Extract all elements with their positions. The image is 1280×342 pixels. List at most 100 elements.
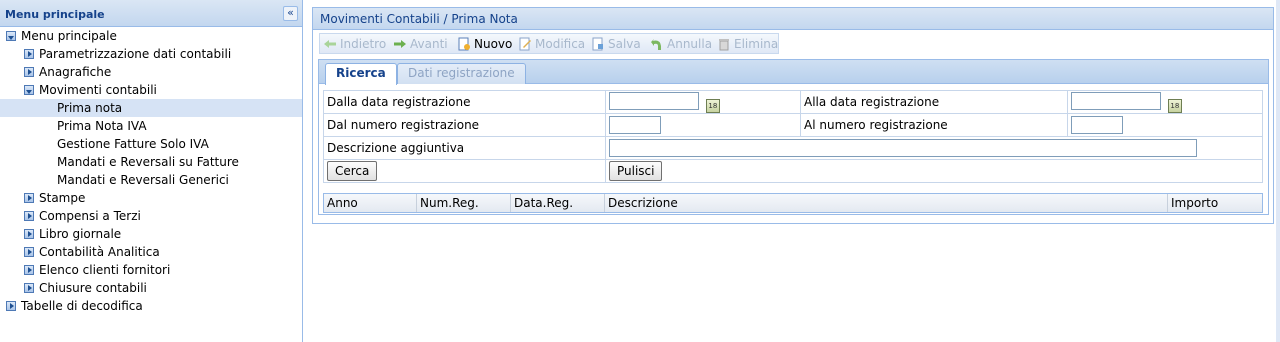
expanded-node-icon[interactable]	[24, 85, 34, 95]
tree-item-label: Gestione Fatture Solo IVA	[57, 137, 209, 151]
from-date-label: Dalla data registrazione	[323, 90, 606, 114]
collapsed-node-icon[interactable]	[6, 301, 16, 311]
new-label: Nuovo	[474, 37, 513, 51]
tree-item-label: Mandati e Reversali su Fatture	[57, 155, 239, 169]
results-grid-header: Anno Num.Reg. Data.Reg. Descrizione Impo…	[323, 193, 1263, 213]
from-number-input[interactable]	[609, 116, 661, 134]
collapsed-node-icon[interactable]	[24, 193, 34, 203]
tab-strip: Ricerca Dati registrazione	[319, 60, 1268, 85]
collapsed-node-icon[interactable]	[24, 265, 34, 275]
tree-item-chiusure-contabili[interactable]: Chiusure contabili	[0, 279, 302, 297]
tree-item-contabilita-analitica[interactable]: Contabilità Analitica	[0, 243, 302, 261]
from-date-cell: 18	[605, 90, 801, 114]
forward-label: Avanti	[410, 37, 448, 51]
tree-item-label: Contabilità Analitica	[39, 245, 160, 259]
back-button[interactable]: Indietro	[323, 36, 386, 52]
collapsed-node-icon[interactable]	[24, 49, 34, 59]
search-button-cell: Cerca	[323, 159, 606, 183]
to-date-input[interactable]	[1071, 91, 1161, 110]
tree-item-prima-nota-iva[interactable]: Prima Nota IVA	[0, 117, 302, 135]
navigation-tree: Menu principale Parametrizzazione dati c…	[0, 27, 302, 315]
expanded-node-icon[interactable]	[6, 31, 16, 41]
description-cell	[605, 136, 1263, 160]
collapse-sidebar-button[interactable]: «	[283, 6, 298, 21]
new-button[interactable]: Nuovo	[457, 36, 512, 52]
tree-item-label: Anagrafiche	[39, 65, 112, 79]
tree-item-label: Tabelle di decodifica	[21, 299, 143, 313]
to-number-input[interactable]	[1071, 116, 1123, 134]
column-header-data-reg[interactable]: Data.Reg.	[511, 194, 605, 212]
tree-item-mandati-reversali-generici[interactable]: Mandati e Reversali Generici	[0, 171, 302, 189]
search-button[interactable]: Cerca	[327, 161, 378, 181]
search-tab-panel: Ricerca Dati registrazione Dalla data re…	[318, 59, 1269, 215]
tree-item-label: Movimenti contabili	[39, 83, 157, 97]
column-header-descrizione[interactable]: Descrizione	[605, 194, 1168, 212]
description-label: Descrizione aggiuntiva	[323, 136, 606, 160]
window-edge	[1276, 0, 1280, 342]
tree-item-movimenti-contabili[interactable]: Movimenti contabili	[0, 81, 302, 99]
to-date-label: Alla data registrazione	[800, 90, 1068, 114]
tree-item-menu-principale[interactable]: Menu principale	[0, 27, 302, 45]
from-date-input[interactable]	[609, 91, 699, 110]
tree-item-parametrizzazione[interactable]: Parametrizzazione dati contabili	[0, 45, 302, 63]
tree-item-label: Prima nota	[57, 101, 123, 115]
tree-item-gestione-fatture-solo-iva[interactable]: Gestione Fatture Solo IVA	[0, 135, 302, 153]
save-icon	[592, 37, 603, 51]
collapsed-node-icon[interactable]	[24, 211, 34, 221]
tree-item-label: Menu principale	[21, 29, 117, 43]
tree-item-mandati-reversali-fatture[interactable]: Mandati e Reversali su Fatture	[0, 153, 302, 171]
sidebar-panel: Menu principale « Menu principale Parame…	[0, 0, 303, 342]
column-header-anno[interactable]: Anno	[324, 194, 417, 212]
to-date-cell: 18	[1067, 90, 1263, 114]
tree-item-compensi-terzi[interactable]: Compensi a Terzi	[0, 207, 302, 225]
back-label: Indietro	[340, 37, 387, 51]
tree-item-label: Elenco clienti fornitori	[39, 263, 171, 277]
calendar-icon[interactable]: 18	[705, 98, 720, 113]
to-number-label: Al numero registrazione	[800, 113, 1068, 137]
clear-button-cell: Pulisci	[605, 159, 1263, 183]
page-title: Movimenti Contabili / Prima Nota	[313, 8, 1273, 30]
tree-item-label: Chiusure contabili	[39, 281, 147, 295]
trash-icon	[719, 39, 729, 51]
tree-item-label: Parametrizzazione dati contabili	[39, 47, 232, 61]
from-number-cell	[605, 113, 801, 137]
collapsed-node-icon[interactable]	[24, 283, 34, 293]
main-panel: Movimenti Contabili / Prima Nota Indietr…	[312, 7, 1274, 224]
calendar-icon[interactable]: 18	[1167, 98, 1182, 113]
from-number-label: Dal numero registrazione	[323, 113, 606, 137]
new-document-icon	[458, 37, 470, 51]
delete-button[interactable]: Elimina	[717, 36, 778, 52]
collapsed-node-icon[interactable]	[24, 229, 34, 239]
sidebar-header: Menu principale «	[0, 0, 302, 27]
forward-button[interactable]: Avanti	[393, 36, 448, 52]
undo-icon	[651, 39, 661, 50]
tree-item-tabelle-decodifica[interactable]: Tabelle di decodifica	[0, 297, 302, 315]
save-label: Salva	[608, 37, 641, 51]
edit-button[interactable]: Modifica	[518, 36, 585, 52]
clear-button[interactable]: Pulisci	[609, 161, 663, 181]
collapsed-node-icon[interactable]	[24, 67, 34, 77]
tab-dati-registrazione[interactable]: Dati registrazione	[397, 63, 526, 84]
arrow-left-icon	[324, 40, 336, 48]
tree-item-libro-giornale[interactable]: Libro giornale	[0, 225, 302, 243]
save-button[interactable]: Salva	[591, 36, 641, 52]
collapsed-node-icon[interactable]	[24, 247, 34, 257]
to-number-cell	[1067, 113, 1263, 137]
delete-label: Elimina	[734, 37, 779, 51]
tree-item-prima-nota[interactable]: Prima nota	[0, 99, 302, 117]
sidebar-title: Menu principale	[5, 8, 105, 21]
cancel-label: Annulla	[667, 37, 713, 51]
tree-item-label: Compensi a Terzi	[39, 209, 141, 223]
edit-document-icon	[519, 37, 531, 51]
tree-item-elenco-clienti-fornitori[interactable]: Elenco clienti fornitori	[0, 261, 302, 279]
tab-ricerca[interactable]: Ricerca	[325, 63, 397, 85]
column-header-num-reg[interactable]: Num.Reg.	[417, 194, 511, 212]
tree-item-stampe[interactable]: Stampe	[0, 189, 302, 207]
cancel-button[interactable]: Annulla	[650, 36, 712, 52]
tree-item-label: Libro giornale	[39, 227, 122, 241]
description-input[interactable]	[609, 139, 1197, 157]
arrow-right-icon	[394, 40, 406, 48]
column-header-importo[interactable]: Importo	[1168, 194, 1262, 212]
tree-item-anagrafiche[interactable]: Anagrafiche	[0, 63, 302, 81]
tree-item-label: Prima Nota IVA	[57, 119, 147, 133]
